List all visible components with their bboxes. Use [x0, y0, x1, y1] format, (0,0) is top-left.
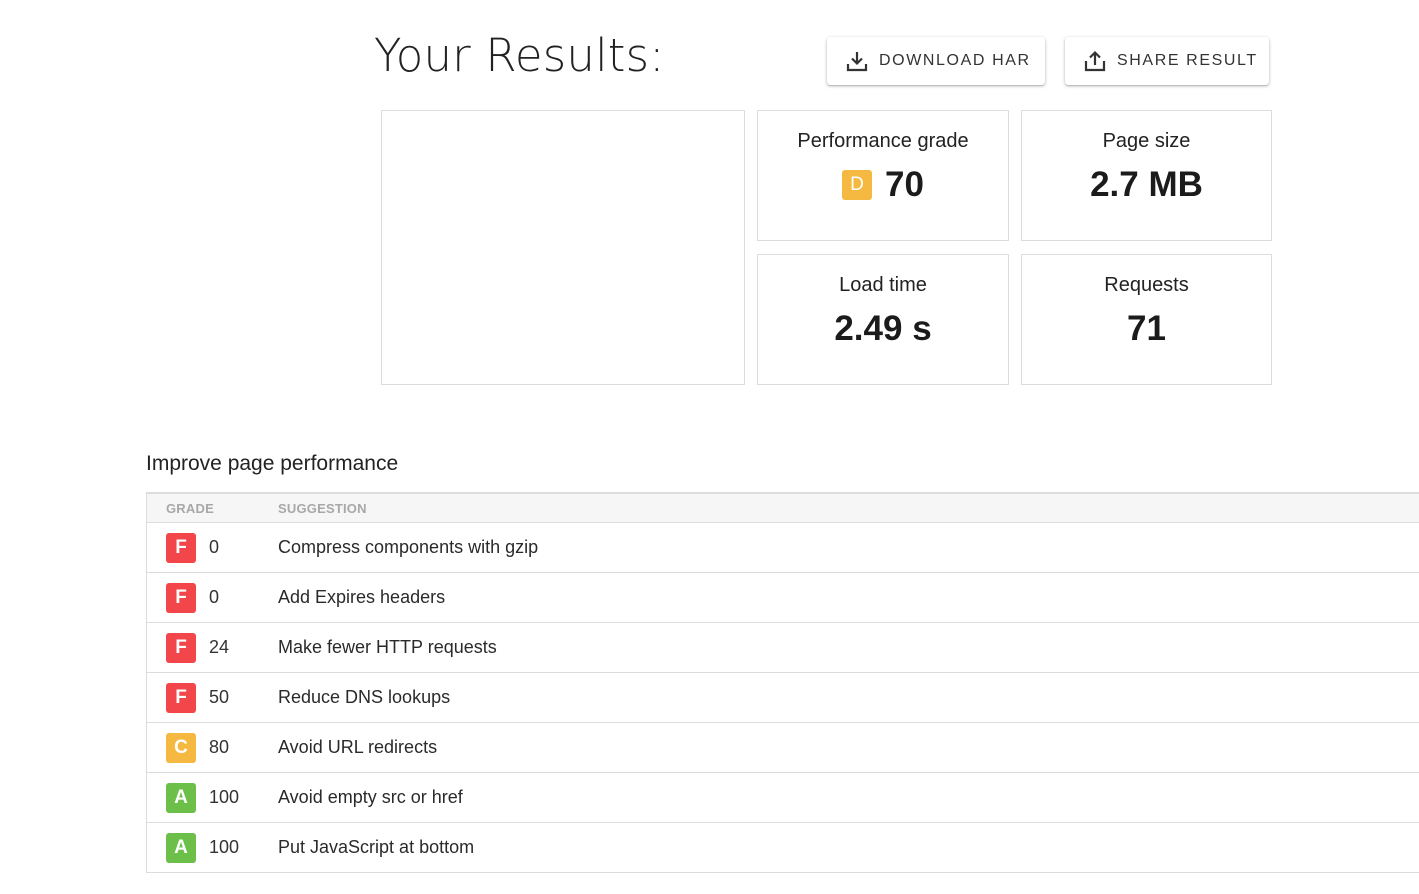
suggestion-text: Add Expires headers: [278, 587, 446, 607]
grade-column-header[interactable]: GRADE: [147, 501, 278, 516]
grade-badge: F: [166, 682, 196, 713]
improve-section-title: Improve page performance: [146, 452, 399, 475]
grade-badge: A: [166, 782, 196, 813]
download-har-button[interactable]: DOWNLOAD HAR: [827, 37, 1045, 85]
suggestion-column-header[interactable]: SUGGESTION: [278, 501, 367, 516]
score-value: 50: [209, 687, 230, 707]
suggestion-text: Avoid empty src or href: [278, 787, 463, 807]
suggestion-text: Avoid URL redirects: [278, 737, 438, 757]
page-size-label: Page size: [1102, 130, 1191, 152]
score-value: 100: [209, 837, 240, 857]
table-row[interactable]: F 50 Reduce DNS lookups: [147, 673, 1419, 723]
score-value: 24: [209, 637, 230, 657]
score-value: 100: [209, 787, 240, 807]
requests-label: Requests: [1104, 274, 1189, 296]
grade-badge: A: [166, 832, 196, 863]
performance-grade-value: D 70: [758, 165, 1008, 205]
suggestion-text: Put JavaScript at bottom: [278, 837, 475, 857]
share-result-label: SHARE RESULT: [1117, 52, 1258, 69]
page-screenshot-preview: [381, 110, 745, 385]
load-time-value: 2.49 s: [834, 309, 932, 348]
grade-badge: F: [166, 632, 196, 663]
suggestions-table: GRADE SUGGESTION F 0 Compress components…: [146, 492, 1419, 873]
page-size-card: Page size 2.7 MB: [1021, 110, 1272, 241]
table-row[interactable]: F 24 Make fewer HTTP requests: [147, 623, 1419, 673]
load-time-label: Load time: [839, 274, 927, 296]
score-value: 0: [209, 587, 220, 607]
table-row[interactable]: A 100 Put JavaScript at bottom: [147, 823, 1419, 873]
page-title: Your Results:: [374, 29, 665, 82]
share-upload-icon: [1084, 50, 1106, 72]
load-time-card: Load time 2.49 s: [757, 254, 1009, 385]
table-row[interactable]: A 100 Avoid empty src or href: [147, 773, 1419, 823]
requests-card: Requests 71: [1021, 254, 1272, 385]
grade-badge: F: [166, 582, 196, 613]
performance-score: 70: [885, 165, 924, 204]
page-size-value: 2.7 MB: [1090, 165, 1203, 204]
score-value: 0: [209, 537, 220, 557]
grade-badge: F: [166, 532, 196, 563]
results-page: Your Results: DOWNLOAD HAR SHARE RESULT …: [0, 0, 1419, 894]
download-har-label: DOWNLOAD HAR: [879, 52, 1031, 69]
suggestion-text: Make fewer HTTP requests: [278, 637, 497, 657]
requests-value: 71: [1127, 309, 1166, 348]
suggestion-text: Reduce DNS lookups: [278, 687, 451, 707]
table-row[interactable]: F 0 Compress components with gzip: [147, 523, 1419, 573]
grade-badge: D: [842, 170, 873, 200]
download-icon: [846, 52, 868, 72]
table-row[interactable]: C 80 Avoid URL redirects: [147, 723, 1419, 773]
table-body: F 0 Compress components with gzip F 0 Ad…: [147, 523, 1419, 873]
grade-badge: C: [166, 732, 196, 763]
table-row[interactable]: F 0 Add Expires headers: [147, 573, 1419, 623]
table-header: GRADE SUGGESTION: [147, 494, 1419, 523]
share-result-button[interactable]: SHARE RESULT: [1065, 37, 1269, 85]
suggestion-text: Compress components with gzip: [278, 537, 539, 557]
performance-grade-card: Performance grade D 70: [757, 110, 1009, 241]
score-value: 80: [209, 737, 230, 757]
performance-grade-label: Performance grade: [797, 130, 969, 152]
